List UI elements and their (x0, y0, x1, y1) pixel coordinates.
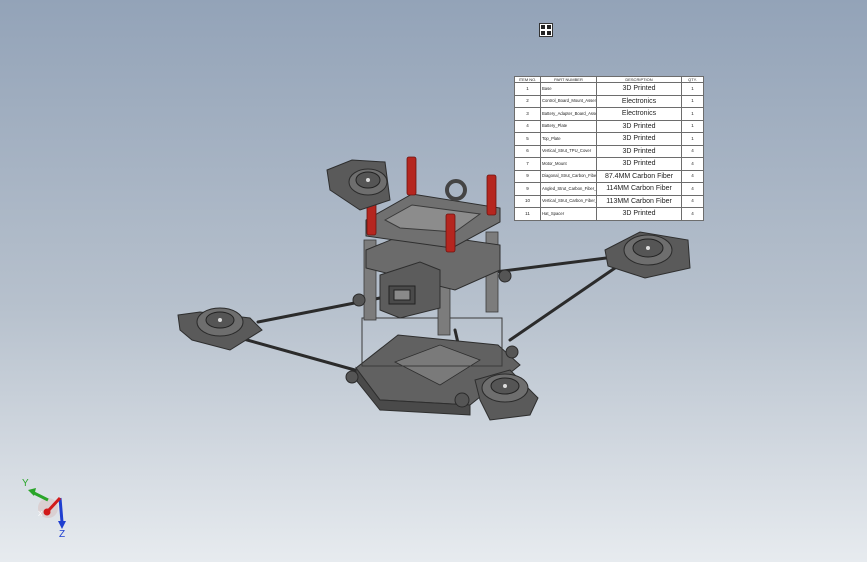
bom-qty: 4 (681, 169, 704, 183)
bom-description: 114MM Carbon Fiber (596, 182, 682, 196)
x-axis-tip (43, 508, 51, 516)
bom-part-number: Angled_Strut_Carbon_Fiber_V2 (540, 182, 597, 196)
bom-item-no: 7 (514, 157, 541, 171)
bom-row[interactable]: 9 Angled_Strut_Carbon_Fiber_V2 114MM Carbo… (514, 182, 704, 196)
bom-description: 3D Printed (596, 82, 682, 96)
bom-qty: 1 (681, 119, 704, 133)
bom-item-no: 9 (514, 182, 541, 196)
four-view-icon (541, 25, 551, 35)
bom-part-number: Hat_Spacer (540, 207, 597, 221)
bom-item-no: 5 (514, 132, 541, 146)
bom-item-no: 1 (514, 82, 541, 96)
bom-qty: 1 (681, 132, 704, 146)
bom-description: 3D Printed (596, 119, 682, 133)
bom-description: 3D Printed (596, 157, 682, 171)
bom-row[interactable]: 1 Base 3D Printed 1 (514, 82, 704, 96)
bom-qty: 1 (681, 82, 704, 96)
bom-description: Electronics (596, 107, 682, 121)
bom-part-number: Diagonal_Strut_Carbon_Fiber_V2 (540, 169, 597, 183)
bom-qty: 4 (681, 144, 704, 158)
orientation-triad: Y Z X (22, 478, 66, 540)
bom-item-no: 2 (514, 94, 541, 108)
bom-part-number: Battery_Plate (540, 119, 597, 133)
bom-part-number: Top_Plate (540, 132, 597, 146)
bom-row[interactable]: 10 Vertical_Strut_Carbon_Fiber_V2 113MM Ca… (514, 194, 704, 208)
bom-row[interactable]: 11 Hat_Spacer 3D Printed 4 (514, 207, 704, 221)
motor-mount-left (177, 307, 263, 351)
bom-description: 3D Printed (596, 144, 682, 158)
drone-frame-model[interactable] (0, 0, 867, 562)
bom-qty: 4 (681, 157, 704, 171)
bom-part-number: Battery_Adapter_Board_Assembly_V2 (540, 107, 597, 121)
bom-row[interactable]: 5 Top_Plate 3D Printed 1 (514, 132, 704, 146)
bom-qty: 1 (681, 107, 704, 121)
bom-item-no: 3 (514, 107, 541, 121)
z-axis-label: Z (59, 529, 65, 540)
bom-part-number: Vertical_Strut_Carbon_Fiber_V2 (540, 194, 597, 208)
bom-row[interactable]: 6 Vertical_Strut_TPU_Cover 3D Printed 4 (514, 144, 704, 158)
graphics-viewport[interactable]: ITEM NO. PART NUMBER DESCRIPTION QTY. 1B… (0, 0, 867, 562)
z-axis-line (58, 497, 64, 523)
bill-of-materials-table[interactable]: ITEM NO. PART NUMBER DESCRIPTION QTY. 1B… (514, 76, 704, 221)
bom-description: 3D Printed (596, 132, 682, 146)
bom-row[interactable]: 4 Battery_Plate 3D Printed 1 (514, 119, 704, 133)
bom-part-number: Motor_Mount (540, 157, 597, 171)
y-axis-label: Y (22, 478, 29, 489)
bom-description: Electronics (596, 94, 682, 108)
bom-qty: 4 (681, 182, 704, 196)
bom-description: 87.4MM Carbon Fiber (596, 169, 682, 183)
bom-description: 113MM Carbon Fiber (596, 194, 682, 208)
bom-item-no: 4 (514, 119, 541, 133)
bom-row[interactable]: 3Battery_Adapter_Board_Assembly_V2Electr… (514, 107, 704, 121)
z-axis-arrow (58, 521, 66, 529)
bom-description: 3D Printed (596, 207, 682, 221)
bom-part-number: Base (540, 82, 597, 96)
motor-mount-back-left (326, 159, 391, 211)
bom-part-number: Vertical_Strut_TPU_Cover (540, 144, 597, 158)
motor-mount-right (604, 231, 691, 279)
bom-part-number: Control_Board_Mount_Assembly_V2 (540, 94, 597, 108)
bom-qty: 4 (681, 207, 704, 221)
bom-qty: 4 (681, 194, 704, 208)
bom-item-no: 6 (514, 144, 541, 158)
bom-row[interactable]: 9Diagonal_Strut_Carbon_Fiber_V287.4MM Ca… (514, 169, 704, 183)
bom-item-no: 11 (514, 207, 541, 221)
bom-item-no: 10 (514, 194, 541, 208)
view-selector-button[interactable] (539, 23, 553, 37)
bom-row[interactable]: 2Control_Board_Mount_Assembly_V2Electron… (514, 94, 704, 108)
bom-row[interactable]: 7 Motor_Mount 3D Printed 4 (514, 157, 704, 171)
bom-item-no: 9 (514, 169, 541, 183)
x-axis-label: X (38, 511, 43, 518)
bom-qty: 1 (681, 94, 704, 108)
motor-mount-front (474, 369, 539, 421)
